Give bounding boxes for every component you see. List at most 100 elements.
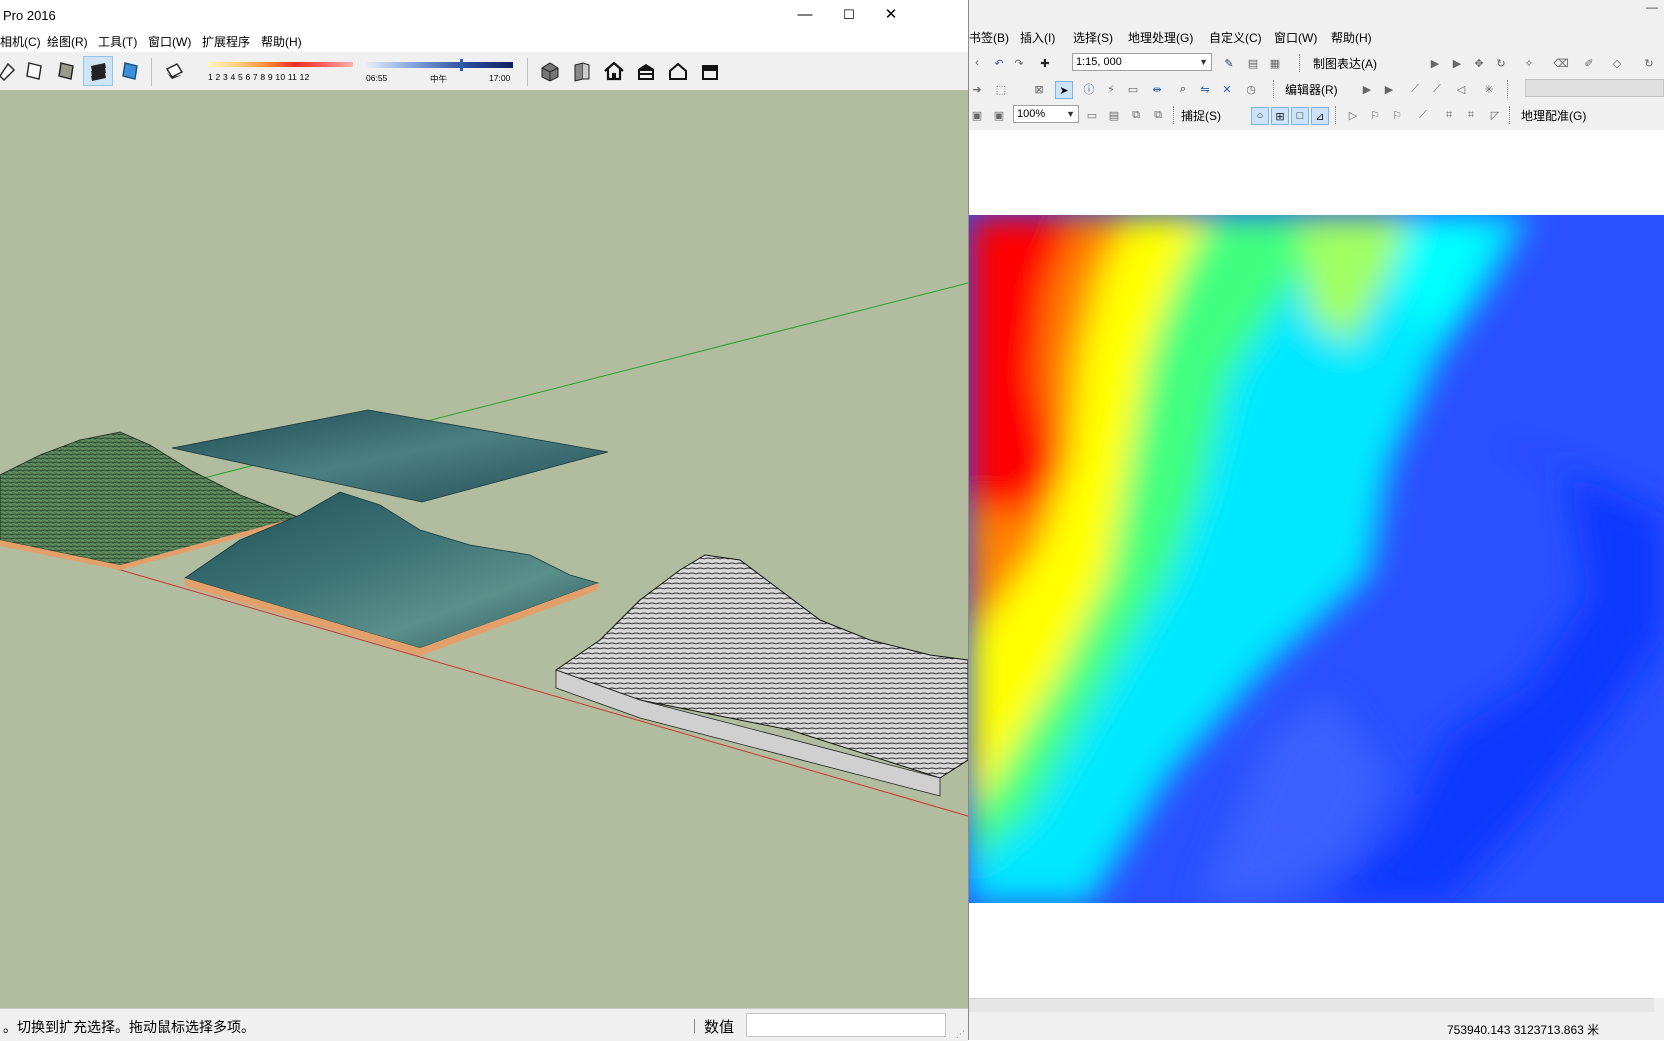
- toggle-draft-icon[interactable]: ▭: [1084, 107, 1100, 123]
- resize-grip-icon[interactable]: ⋰: [956, 1029, 965, 1040]
- toolbar-grip[interactable]: [1299, 54, 1306, 72]
- monochrome-style-icon[interactable]: [83, 56, 113, 86]
- menu-camera[interactable]: 相机(C): [0, 33, 41, 50]
- edit-tool-icon[interactable]: ▶: [1359, 81, 1375, 97]
- home-icon[interactable]: [599, 56, 629, 86]
- store-icon[interactable]: [695, 56, 725, 86]
- forward-icon[interactable]: ➜: [969, 81, 985, 97]
- menu-draw[interactable]: 绘图(R): [47, 33, 88, 50]
- back-icon[interactable]: ‹: [969, 55, 985, 71]
- go-to-xy-icon[interactable]: ✕: [1219, 81, 1235, 97]
- arcmap-minimize-button[interactable]: —: [1646, 0, 1658, 14]
- layout-zoom-select[interactable]: 100% ▼: [1013, 105, 1079, 123]
- toolbar-grip[interactable]: [1509, 106, 1516, 124]
- component-icon[interactable]: [567, 56, 597, 86]
- edit-annotation-icon[interactable]: ▶: [1381, 81, 1397, 97]
- xray-style-icon[interactable]: [115, 56, 145, 86]
- toolbar-grip[interactable]: [1507, 80, 1514, 98]
- rep-brush-icon[interactable]: ✐: [1581, 55, 1597, 71]
- house-gift-icon[interactable]: [631, 56, 661, 86]
- geo-icon-5[interactable]: ⌗: [1441, 107, 1457, 123]
- toolbar-grip[interactable]: [1273, 80, 1280, 98]
- end-snap-icon[interactable]: ⊞: [1271, 107, 1289, 125]
- georeferencing-menu[interactable]: 地理配准(G): [1521, 107, 1586, 124]
- shaded-style-icon[interactable]: [51, 56, 81, 86]
- rep-rotate-icon[interactable]: ↻: [1493, 55, 1509, 71]
- close-button[interactable]: ✕: [868, 0, 914, 30]
- cartographic-representation-menu[interactable]: 制图表达(A): [1313, 55, 1377, 72]
- change-layout-icon[interactable]: ⧉: [1128, 107, 1144, 123]
- menu-tools[interactable]: 工具(T): [98, 33, 137, 50]
- map-scale-select[interactable]: 1:15, 000 ▼: [1072, 53, 1212, 71]
- point-icon[interactable]: ✳: [1481, 81, 1497, 97]
- fixed-zoom-icon[interactable]: ▣: [991, 107, 1007, 123]
- snapping-menu[interactable]: 捕捉(S): [1181, 107, 1221, 124]
- time-slider-icon[interactable]: ◷: [1243, 81, 1259, 97]
- shadows-icon[interactable]: [159, 56, 189, 86]
- add-data-icon[interactable]: ✚: [1037, 55, 1053, 71]
- rep-marker-icon[interactable]: ✧: [1521, 55, 1537, 71]
- menu-extensions[interactable]: 扩展程序: [202, 33, 250, 50]
- select-elements-icon[interactable]: ➤: [1055, 81, 1073, 99]
- undo-icon[interactable]: ↶: [991, 55, 1007, 71]
- rep-select-icon[interactable]: ▶: [1427, 55, 1443, 71]
- menu-selection[interactable]: 选择(S): [1073, 29, 1113, 46]
- editor-menu[interactable]: 编辑器(R): [1285, 81, 1338, 98]
- toolbar-grip[interactable]: [1335, 106, 1342, 124]
- rep-fill-icon[interactable]: ◇: [1609, 55, 1625, 71]
- geo-icon-6[interactable]: ⌗: [1463, 107, 1479, 123]
- table-of-contents-icon[interactable]: ▤: [1245, 55, 1261, 71]
- editor-toolbar-icon[interactable]: ✎: [1221, 55, 1237, 71]
- zoom-whole-page-icon[interactable]: ▣: [969, 107, 985, 123]
- geo-icon-7[interactable]: ◸: [1487, 107, 1503, 123]
- shadow-month-slider[interactable]: 1 2 3 4 5 6 7 8 9 10 11 12: [208, 58, 358, 86]
- select-features-icon[interactable]: ⬚: [993, 81, 1009, 97]
- 3d-viewport[interactable]: [0, 90, 968, 1008]
- menu-help[interactable]: 帮助(H): [1331, 29, 1372, 46]
- rep-refresh-icon[interactable]: ↻: [1641, 55, 1657, 71]
- menu-help[interactable]: 帮助(H): [261, 33, 302, 50]
- data-driven-pages-icon[interactable]: ⧉: [1150, 107, 1166, 123]
- wireframe-style-icon[interactable]: [19, 56, 49, 86]
- point-snap-icon[interactable]: ○: [1251, 107, 1269, 125]
- measure-icon[interactable]: ⇹: [1149, 81, 1165, 97]
- menu-insert[interactable]: 插入(I): [1020, 29, 1055, 46]
- rep-move-icon[interactable]: ✥: [1471, 55, 1487, 71]
- edge-snap-icon[interactable]: ⊿: [1311, 107, 1329, 125]
- endpoint-arc-icon[interactable]: ⟋: [1429, 81, 1445, 97]
- menu-bookmarks[interactable]: 书签(B): [969, 29, 1009, 46]
- menu-window[interactable]: 窗口(W): [148, 33, 191, 50]
- find-route-icon[interactable]: ⇋: [1197, 81, 1213, 97]
- maximize-button[interactable]: ☐: [826, 0, 872, 30]
- vertex-snap-icon[interactable]: □: [1291, 107, 1309, 125]
- focus-data-frame-icon[interactable]: ▤: [1106, 107, 1122, 123]
- warehouse-icon[interactable]: [535, 56, 565, 86]
- catalog-icon[interactable]: ▦: [1267, 55, 1283, 71]
- redo-icon[interactable]: ↷: [1011, 55, 1027, 71]
- html-popup-icon[interactable]: ▭: [1125, 81, 1141, 97]
- find-icon[interactable]: ⌕: [1175, 81, 1191, 97]
- straight-segment-icon[interactable]: ⟋: [1407, 81, 1423, 97]
- geo-icon-4[interactable]: ⟋: [1415, 107, 1431, 123]
- editor-template-box[interactable]: [1525, 79, 1664, 97]
- geo-icon-3[interactable]: ⚐: [1389, 107, 1405, 123]
- menu-windows[interactable]: 窗口(W): [1274, 29, 1317, 46]
- measurements-input[interactable]: [746, 1013, 946, 1037]
- menu-geoprocessing[interactable]: 地理处理(G): [1128, 29, 1193, 46]
- clear-selection-icon[interactable]: ⊠: [1031, 81, 1047, 97]
- geo-icon-1[interactable]: ▷: [1345, 107, 1361, 123]
- menu-customize[interactable]: 自定义(C): [1209, 29, 1262, 46]
- rep-erase-icon[interactable]: ⌫: [1553, 55, 1569, 71]
- trace-icon[interactable]: ◁: [1453, 81, 1469, 97]
- house-outline-icon[interactable]: [663, 56, 693, 86]
- geo-icon-2[interactable]: ⚐: [1367, 107, 1383, 123]
- toolbar-grip[interactable]: [1173, 106, 1180, 124]
- minimize-button[interactable]: —: [782, 0, 828, 30]
- map-horizontal-scrollbar[interactable]: [969, 998, 1654, 1013]
- map-display[interactable]: [969, 130, 1664, 998]
- shadow-time-slider[interactable]: 06:55 中午 17:00: [366, 58, 516, 86]
- shadow-time-thumb[interactable]: [460, 59, 463, 71]
- identify-icon[interactable]: ⓘ: [1081, 81, 1097, 97]
- rep-edit-icon[interactable]: ▶: [1449, 55, 1465, 71]
- hyperlink-icon[interactable]: ⚡: [1103, 81, 1119, 97]
